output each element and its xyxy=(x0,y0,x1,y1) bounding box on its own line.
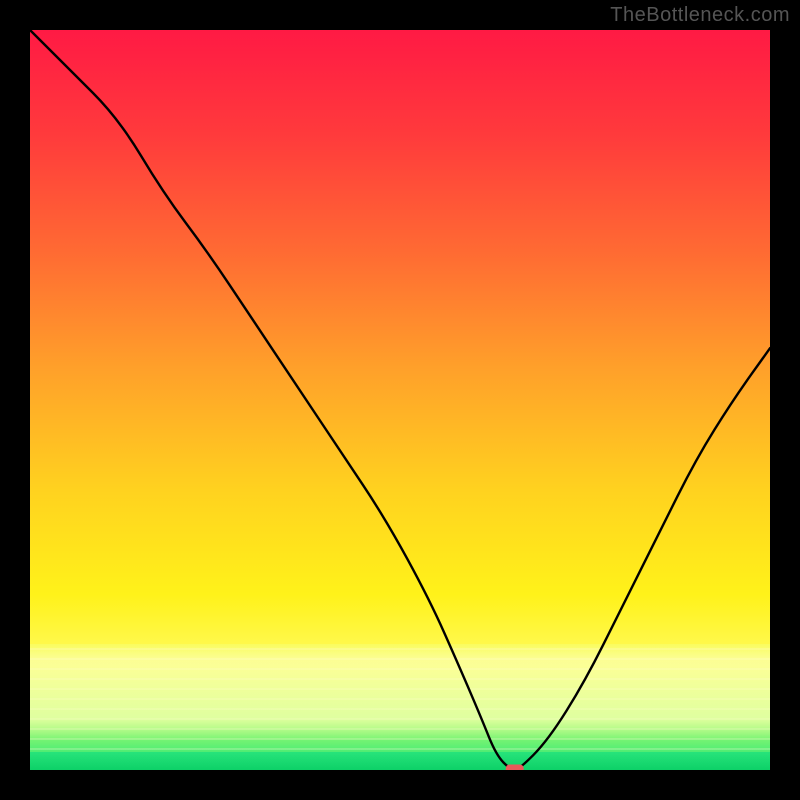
plot-area xyxy=(30,30,770,770)
bottleneck-curve xyxy=(30,30,770,770)
optimal-point-marker xyxy=(506,765,524,771)
watermark-text: TheBottleneck.com xyxy=(610,4,790,27)
chart-frame: TheBottleneck.com xyxy=(0,0,800,800)
curve-layer xyxy=(30,30,770,770)
